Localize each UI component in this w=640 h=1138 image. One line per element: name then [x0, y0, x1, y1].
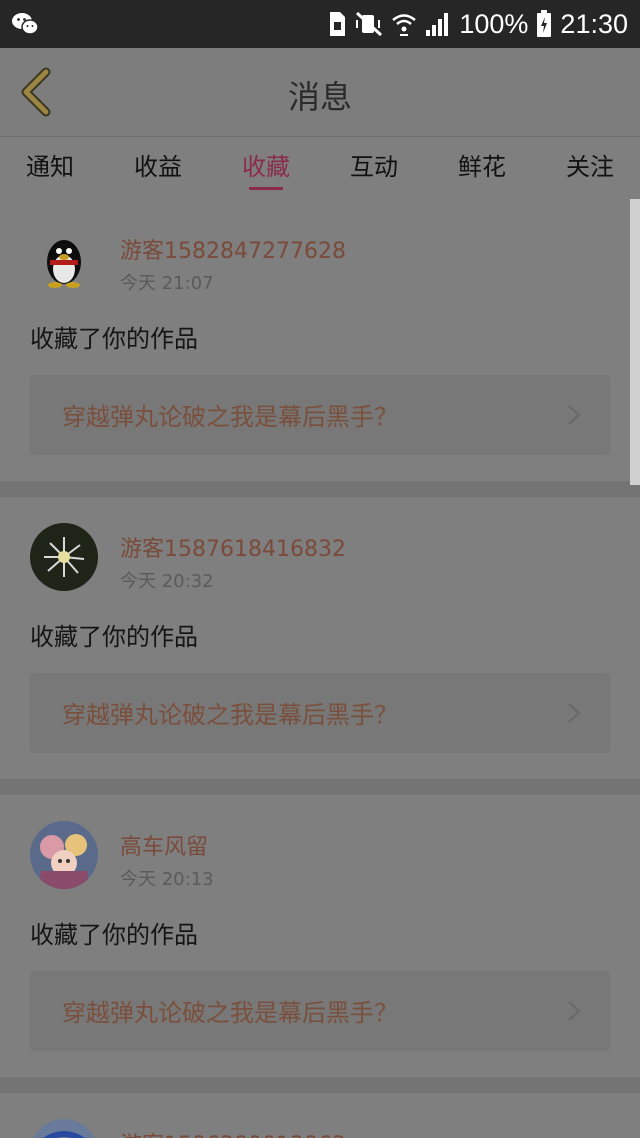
timestamp: 今天 21:07	[120, 273, 214, 294]
mute-vibrate-icon	[356, 11, 383, 37]
tab-bar: 通知 收益 收藏 互动 鲜花 关注	[0, 137, 640, 199]
wifi-icon	[392, 14, 417, 36]
chevron-right-icon	[568, 703, 581, 723]
work-title: 穿越弹丸论破之我是幕后黑手？	[62, 999, 398, 1027]
username[interactable]: 游客1586380013863	[120, 1127, 346, 1138]
tab-follow[interactable]: 关注	[566, 147, 614, 182]
active-tab-indicator	[249, 187, 283, 190]
qq-penguin-avatar[interactable]	[30, 225, 98, 293]
clock: 21:30	[560, 8, 628, 39]
username[interactable]: 高车风留	[120, 829, 208, 861]
blue-avatar[interactable]	[30, 1119, 98, 1138]
list-item: 高车风留 今天 20:13 收藏了你的作品 穿越弹丸论破之我是幕后黑手？	[0, 795, 640, 1077]
tab-flowers[interactable]: 鲜花	[458, 147, 506, 182]
divider	[0, 1077, 640, 1093]
divider	[0, 779, 640, 795]
work-link[interactable]: 穿越弹丸论破之我是幕后黑手？	[30, 673, 610, 753]
chevron-right-icon	[568, 405, 581, 425]
tab-earnings[interactable]: 收益	[134, 147, 182, 182]
timestamp: 今天 20:13	[120, 869, 214, 890]
battery-percent: 100%	[459, 8, 529, 39]
chevron-right-icon	[568, 1001, 581, 1021]
work-title: 穿越弹丸论破之我是幕后黑手？	[62, 403, 398, 431]
page-title: 消息	[287, 78, 352, 116]
header: 消息	[0, 48, 640, 137]
username[interactable]: 游客1587618416832	[120, 531, 346, 563]
list-item: 游客1587618416832 今天 20:32 收藏了你的作品 穿越弹丸论破之…	[0, 497, 640, 779]
battery-icon	[537, 10, 552, 37]
divider	[0, 481, 640, 497]
list-item: 游客1582847277628 今天 21:07 收藏了你的作品 穿越弹丸论破之…	[0, 199, 640, 481]
username[interactable]: 游客1582847277628	[120, 233, 346, 265]
action-text: 收藏了你的作品	[30, 325, 198, 353]
list-item: 游客1586380013863	[0, 1093, 640, 1138]
action-text: 收藏了你的作品	[30, 623, 198, 651]
status-bar: 100% 21:30	[0, 0, 640, 48]
action-text: 收藏了你的作品	[30, 921, 198, 949]
tab-notify[interactable]: 通知	[26, 147, 74, 182]
tab-interaction[interactable]: 互动	[350, 147, 398, 182]
timestamp: 今天 20:32	[120, 571, 214, 592]
work-link[interactable]: 穿越弹丸论破之我是幕后黑手？	[30, 375, 610, 455]
message-list[interactable]: 游客1582847277628 今天 21:07 收藏了你的作品 穿越弹丸论破之…	[0, 199, 640, 1138]
anime-avatar[interactable]	[30, 821, 98, 889]
sim-icon	[330, 12, 346, 36]
work-link[interactable]: 穿越弹丸论破之我是幕后黑手？	[30, 971, 610, 1051]
tab-favorites[interactable]: 收藏	[242, 147, 290, 182]
wechat-icon	[12, 13, 39, 35]
chrysanthemum-avatar[interactable]	[30, 523, 98, 591]
scrollbar[interactable]	[630, 199, 640, 485]
signal-icon	[426, 13, 449, 36]
work-title: 穿越弹丸论破之我是幕后黑手？	[62, 701, 398, 729]
